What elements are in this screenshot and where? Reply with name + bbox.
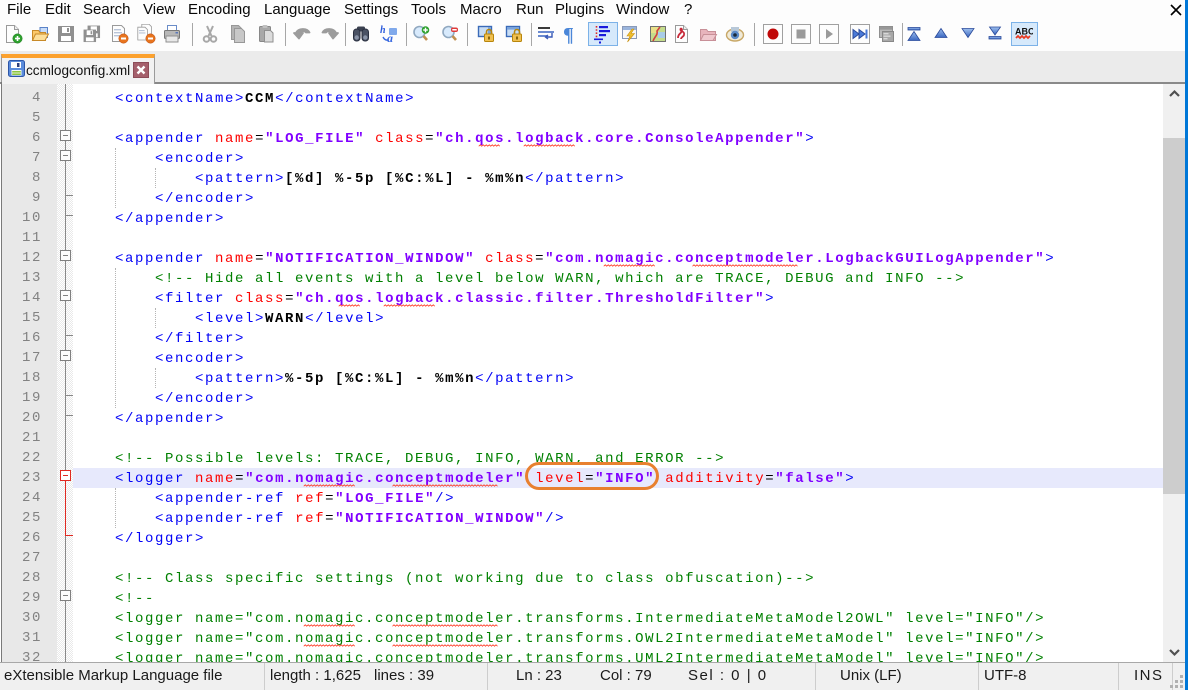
svg-text:h: h [380, 25, 386, 36]
svg-text:¶: ¶ [563, 24, 574, 44]
svg-text:ABC: ABC [1015, 27, 1033, 37]
